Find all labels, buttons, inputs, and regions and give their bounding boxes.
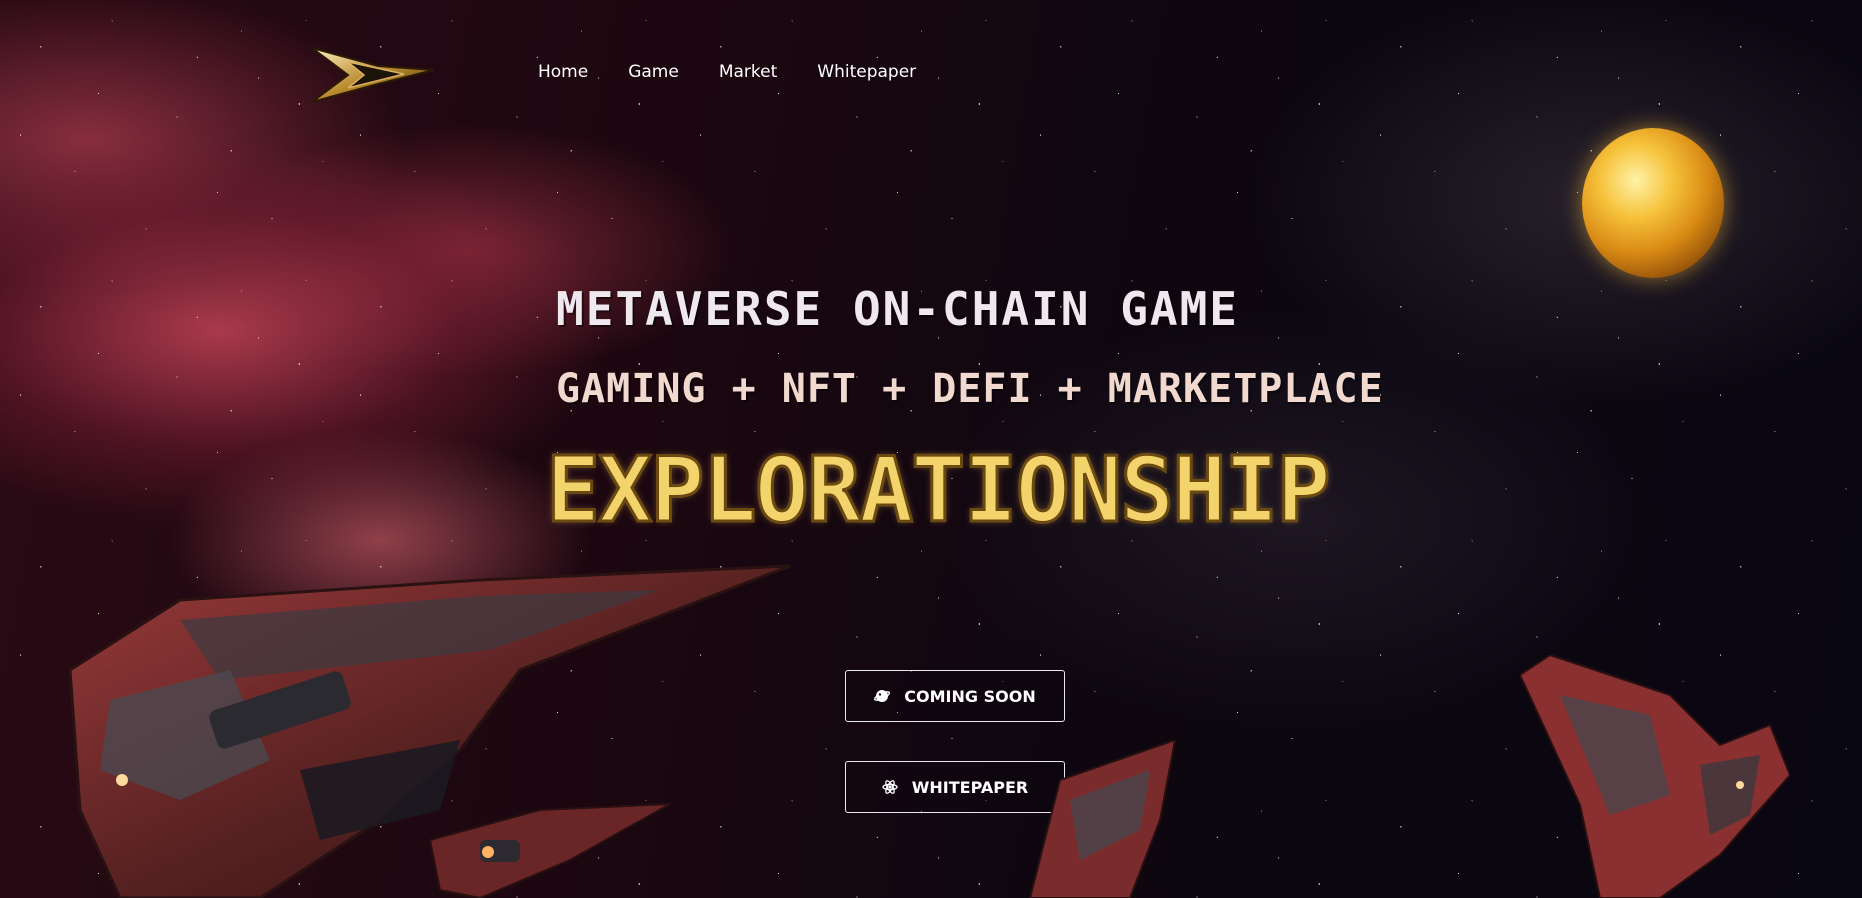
- site-logo[interactable]: [308, 44, 438, 106]
- sun-planet-image: [1582, 128, 1724, 278]
- spaceship-wing-image: [1520, 655, 1790, 898]
- planet-icon: [874, 690, 891, 702]
- hero-stage: Home Game Market Whitepaper METAVERSE ON…: [0, 0, 1862, 898]
- brand-title: EXPLORATIONSHIP: [545, 437, 1333, 545]
- nav-link-whitepaper[interactable]: Whitepaper: [817, 62, 916, 82]
- atom-icon: [882, 780, 898, 794]
- coming-soon-label: COMING SOON: [904, 686, 1036, 706]
- spaceship-small-image: [428, 803, 671, 898]
- main-nav: Home Game Market Whitepaper: [538, 62, 956, 82]
- coming-soon-button[interactable]: COMING SOON: [845, 670, 1065, 722]
- hero-subline: GAMING + NFT + DEFI + MARKETPLACE: [556, 366, 1384, 412]
- nav-link-home[interactable]: Home: [538, 62, 588, 82]
- logo-emblem-icon: [311, 47, 435, 103]
- spaceship-fighter-image: [1028, 740, 1177, 898]
- nav-link-market[interactable]: Market: [719, 62, 777, 82]
- nav-link-game[interactable]: Game: [628, 62, 679, 82]
- hero-headline: METAVERSE ON-CHAIN GAME: [556, 282, 1239, 336]
